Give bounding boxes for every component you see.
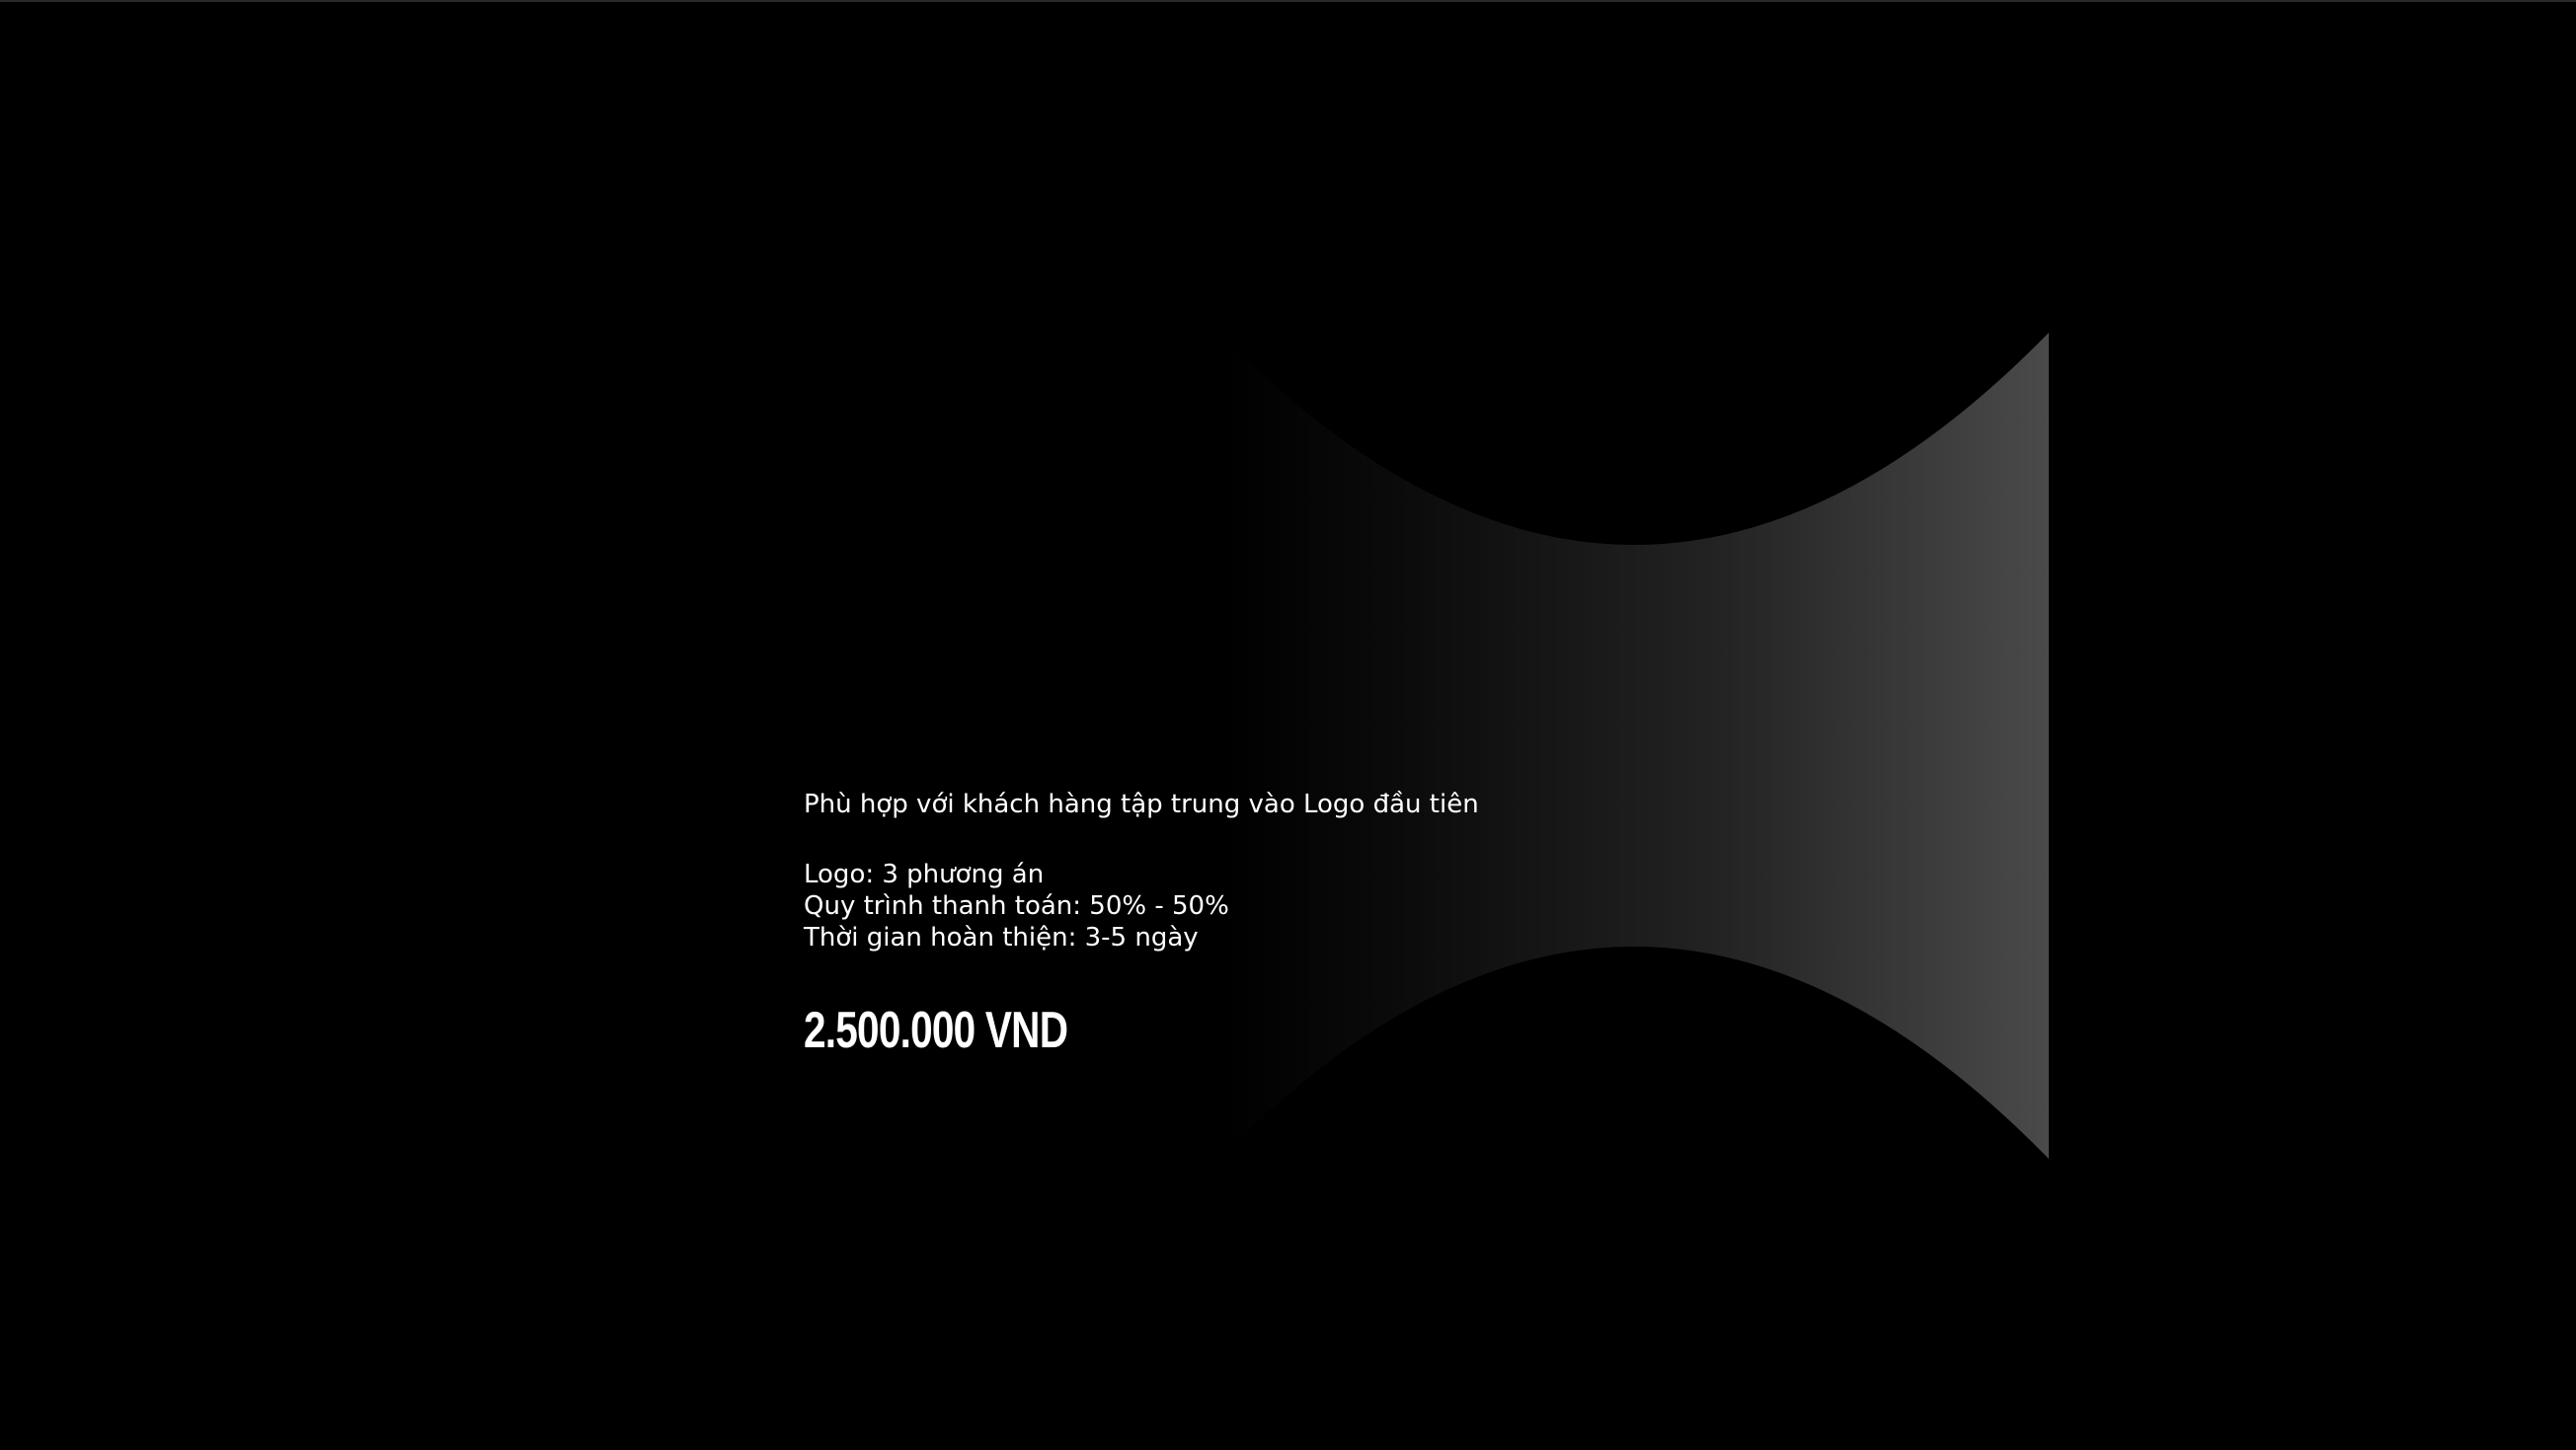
decorative-gradient-shape [1219,333,2049,1159]
offer-price: 2.500.000 VND [804,1002,1068,1059]
offer-details: Logo: 3 phương án Quy trình thanh toán: … [804,859,1479,954]
detail-payment-process: Quy trình thanh toán: 50% - 50% [804,891,1229,921]
offer-intro: Phù hợp với khách hàng tập trung vào Log… [804,790,1479,819]
detail-logo-options: Logo: 3 phương án [804,860,1045,889]
detail-completion-time: Thời gian hoàn thiện: 3-5 ngày [804,923,1199,953]
offer-content: Phù hợp với khách hàng tập trung vào Log… [804,788,1479,1058]
page: Phù hợp với khách hàng tập trung vào Log… [0,0,2576,1450]
